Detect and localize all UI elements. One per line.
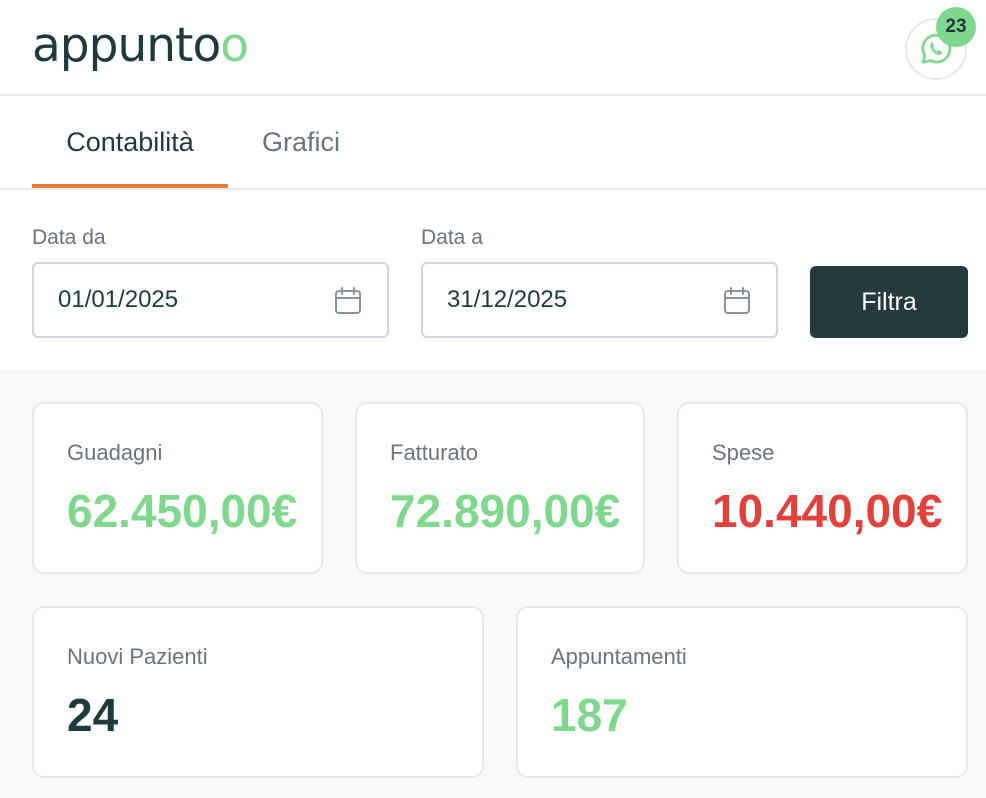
- logo-text: appunt: [32, 18, 193, 73]
- notification-badge: 23: [936, 7, 976, 47]
- revenue-label: Fatturato: [390, 440, 479, 465]
- expenses-label: Spese: [712, 440, 775, 465]
- appuntoo-logo[interactable]: appuntoo: [32, 18, 249, 74]
- date-from-input[interactable]: 01/01/2025: [32, 262, 389, 338]
- date-from-value: 01/01/2025: [58, 286, 179, 313]
- appointments-value: 187: [551, 689, 628, 741]
- date-to-label: Data a: [421, 226, 483, 249]
- logo-o-green: o: [220, 18, 249, 73]
- calendar-icon[interactable]: [722, 286, 752, 316]
- app-header: appuntoo 23: [0, 0, 986, 96]
- tab-contabilita[interactable]: Contabilità: [32, 96, 228, 188]
- expenses-value: 10.440,00€: [712, 485, 943, 537]
- new-patients-value: 24: [67, 689, 119, 741]
- date-to-value: 31/12/2025: [447, 286, 568, 313]
- card-appointments: Appuntamenti 187: [516, 606, 968, 778]
- new-patients-label: Nuovi Pazienti: [67, 644, 208, 669]
- tab-bar: Contabilità Grafici: [0, 96, 986, 190]
- card-new-patients: Nuovi Pazienti 24: [32, 606, 484, 778]
- earnings-label: Guadagni: [67, 440, 163, 465]
- filter-button[interactable]: Filtra: [810, 266, 968, 338]
- card-earnings: Guadagni 62.450,00€: [32, 402, 323, 574]
- card-revenue: Fatturato 72.890,00€: [355, 402, 645, 574]
- earnings-value: 62.450,00€: [67, 485, 298, 537]
- card-expenses: Spese 10.440,00€: [677, 402, 968, 574]
- revenue-value: 72.890,00€: [390, 485, 621, 537]
- date-filter-section: Data da 01/01/2025 Data a 31/12/2025 Fil…: [0, 190, 986, 370]
- date-to-input[interactable]: 31/12/2025: [421, 262, 778, 338]
- date-from-label: Data da: [32, 226, 106, 249]
- tab-grafici[interactable]: Grafici: [244, 96, 358, 188]
- stats-section: Guadagni 62.450,00€ Fatturato 72.890,00€…: [0, 370, 986, 798]
- calendar-icon[interactable]: [333, 286, 363, 316]
- logo-o-dark: o: [192, 18, 221, 73]
- appointments-label: Appuntamenti: [551, 644, 687, 669]
